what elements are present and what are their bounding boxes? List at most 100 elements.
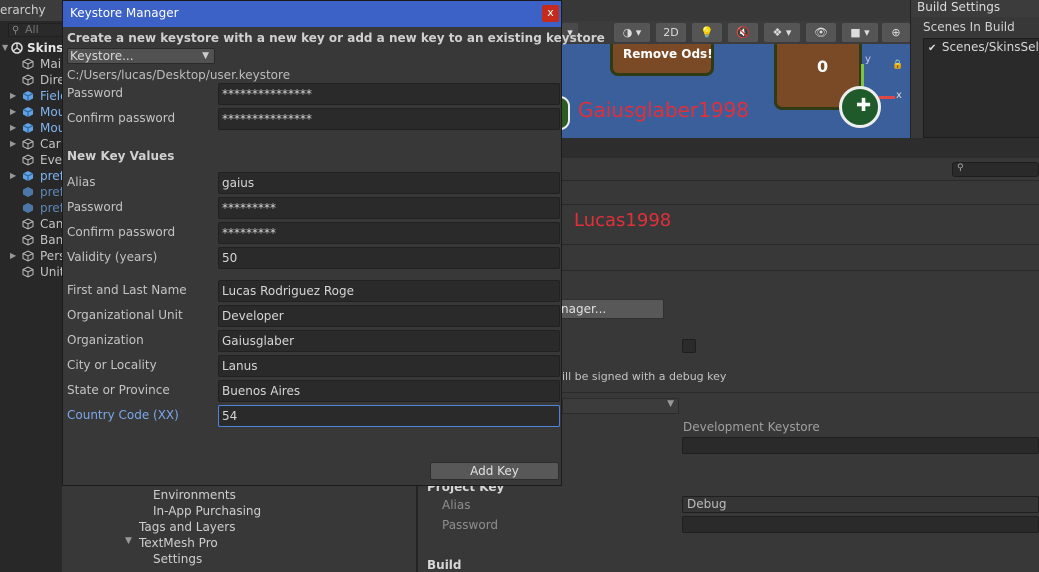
expand-arrow-icon[interactable]: ▶ <box>10 248 16 264</box>
gizmos-toggle-icon[interactable]: ⊕ <box>882 23 910 42</box>
custom-keystore-checkbox[interactable] <box>682 339 696 353</box>
hierarchy-search-placeholder: All <box>25 23 39 36</box>
expand-arrow-icon[interactable]: ▼ <box>125 536 132 546</box>
hierarchy-item-label: pref <box>40 169 62 183</box>
keystore-confirm-password-field[interactable]: *************** <box>218 108 560 130</box>
keystore-password-field[interactable]: *************** <box>218 83 560 105</box>
sign-text: Remove Ods! <box>623 47 713 61</box>
country-code-field[interactable]: 54 <box>218 405 560 427</box>
hierarchy-item-label: Car <box>40 137 61 151</box>
alias-field[interactable]: gaius <box>218 172 560 194</box>
scenes-in-build-list[interactable]: ✔ Scenes/SkinsSele <box>923 38 1039 138</box>
project-key-password-field[interactable] <box>682 516 1039 533</box>
chevron-down-icon: ▼ <box>202 51 209 61</box>
hierarchy-item-label: Pers <box>40 249 62 263</box>
hierarchy-item[interactable]: Unit <box>0 264 62 280</box>
camera-settings-icon[interactable]: ■ ▾ <box>842 23 878 42</box>
hierarchy-item-label: Mai <box>40 57 62 71</box>
tree-item-environments[interactable]: Environments <box>153 488 236 502</box>
shading-mode-button[interactable]: ◑ ▾ <box>614 23 650 42</box>
lock-icon[interactable]: 🔒 <box>892 60 903 70</box>
expand-arrow-icon[interactable]: ▶ <box>10 104 16 120</box>
keystore-manager-dialog: Keystore Manager x Create a new keystore… <box>62 0 605 486</box>
tree-item-tags-and-layers[interactable]: Tags and Layers <box>139 520 235 534</box>
expand-arrow-icon[interactable]: ▶ <box>10 88 16 104</box>
validity-field[interactable]: 50 <box>218 247 560 269</box>
block-counter: 0 <box>817 57 829 76</box>
hierarchy-item-label: Mou <box>40 105 62 119</box>
hierarchy-item-label: pref <box>40 185 62 199</box>
dialog-heading: Create a new keystore with a new key or … <box>67 31 605 45</box>
project-settings-header-bar <box>562 138 1039 158</box>
checkmark-icon[interactable]: ✔ <box>928 43 938 54</box>
validity-label: Validity (years) <box>67 250 158 264</box>
hierarchy-item[interactable]: ▶ Pers <box>0 248 62 264</box>
2d-toggle-button[interactable]: 2D <box>656 23 686 42</box>
add-key-button[interactable]: Add Key <box>430 462 559 480</box>
state-field[interactable]: Buenos Aires <box>218 380 560 402</box>
player-gizmo[interactable]: ✚ <box>839 86 881 128</box>
keystore-select-dropdown[interactable]: ▼ <box>562 398 679 414</box>
hierarchy-item-prefab[interactable]: ▶ Mou <box>0 104 62 120</box>
hierarchy-item-label: Eve <box>40 153 62 167</box>
gameobject-icon <box>22 138 34 150</box>
expand-arrow-icon[interactable]: ▼ <box>2 40 8 56</box>
key-confirm-password-label: Confirm password <box>67 225 176 239</box>
development-keystore-field[interactable] <box>682 437 1039 454</box>
hierarchy-item-scene[interactable]: ▼ SkinsS <box>0 40 62 56</box>
scene-view[interactable]: Remove Ods! 0 y x ✚ 🔒 <box>562 44 910 138</box>
hierarchy-item-prefab-disabled[interactable]: pref <box>0 200 62 216</box>
hierarchy-item-label: Ban <box>40 233 62 247</box>
tree-item-textmesh-pro[interactable]: TextMesh Pro <box>139 536 218 550</box>
development-keystore-label: Development Keystore <box>683 420 820 434</box>
effects-toggle-icon[interactable]: ❖ ▾ <box>764 23 800 42</box>
lighting-toggle-icon[interactable]: 💡 <box>692 23 722 42</box>
hierarchy-item[interactable]: Can <box>0 216 62 232</box>
hierarchy-item-prefab-disabled[interactable]: pref <box>0 184 62 200</box>
dialog-title[interactable]: Keystore Manager <box>63 1 561 27</box>
expand-arrow-icon[interactable]: ▶ <box>10 168 16 184</box>
hierarchy-item-label: Field <box>40 89 62 103</box>
tree-item-settings[interactable]: Settings <box>153 552 202 566</box>
key-confirm-password-field[interactable]: ********* <box>218 222 560 244</box>
scene-visibility-icon[interactable]: 👁 <box>806 23 836 42</box>
keystore-manager-button[interactable]: nager... <box>558 299 664 319</box>
hierarchy-item[interactable]: Dire <box>0 72 62 88</box>
hierarchy-search-input[interactable]: ⚲ All <box>8 23 62 37</box>
hierarchy-item[interactable]: Eve <box>0 152 62 168</box>
hierarchy-item-label: SkinsS <box>27 41 62 55</box>
scene-list-item[interactable]: ✔ Scenes/SkinsSele <box>928 40 1039 54</box>
hierarchy-item-label: Can <box>40 217 62 231</box>
hierarchy-item[interactable]: Ban <box>0 232 62 248</box>
hierarchy-item[interactable]: ▶ Car <box>0 136 62 152</box>
organization-field[interactable]: Gaiusglaber <box>218 330 560 352</box>
hierarchy-item-prefab[interactable]: ▶ Field <box>0 88 62 104</box>
gizmo-x-axis[interactable] <box>879 96 895 99</box>
expand-arrow-icon[interactable]: ▶ <box>10 120 16 136</box>
project-key-alias-field[interactable]: Debug <box>682 496 1039 513</box>
city-label: City or Locality <box>67 358 157 372</box>
tree-item-in-app-purchasing[interactable]: In-App Purchasing <box>153 504 261 518</box>
close-button[interactable]: x <box>542 5 559 22</box>
divider <box>562 270 1039 271</box>
prefab-icon <box>22 91 34 101</box>
hierarchy-item-prefab[interactable]: ▶ pref <box>0 168 62 184</box>
hierarchy-tab[interactable]: erarchy <box>0 0 62 21</box>
city-field[interactable]: Lanus <box>218 355 560 377</box>
gameobject-icon <box>22 218 34 230</box>
key-password-field[interactable]: ********* <box>218 197 560 219</box>
hierarchy-item-prefab[interactable]: ▶ Mou <box>0 120 62 136</box>
hierarchy-item[interactable]: Mai <box>0 56 62 72</box>
project-settings-search-input[interactable]: ⚲ <box>952 162 1039 177</box>
full-name-field[interactable]: Lucas Rodriguez Roge <box>218 280 560 302</box>
state-label: State or Province <box>67 383 170 397</box>
country-code-label: Country Code (XX) <box>67 408 179 422</box>
build-settings-tab[interactable]: Build Settings <box>911 0 1039 17</box>
organizational-unit-field[interactable]: Developer <box>218 305 560 327</box>
expand-arrow-icon[interactable]: ▶ <box>10 136 16 152</box>
search-icon: ⚲ <box>957 163 964 173</box>
keystore-dropdown[interactable]: Keystore... ▼ <box>67 48 215 64</box>
panel-splitter[interactable] <box>416 486 418 572</box>
audio-mute-icon[interactable]: 🔇 <box>728 23 758 42</box>
gameobject-icon <box>22 266 34 278</box>
